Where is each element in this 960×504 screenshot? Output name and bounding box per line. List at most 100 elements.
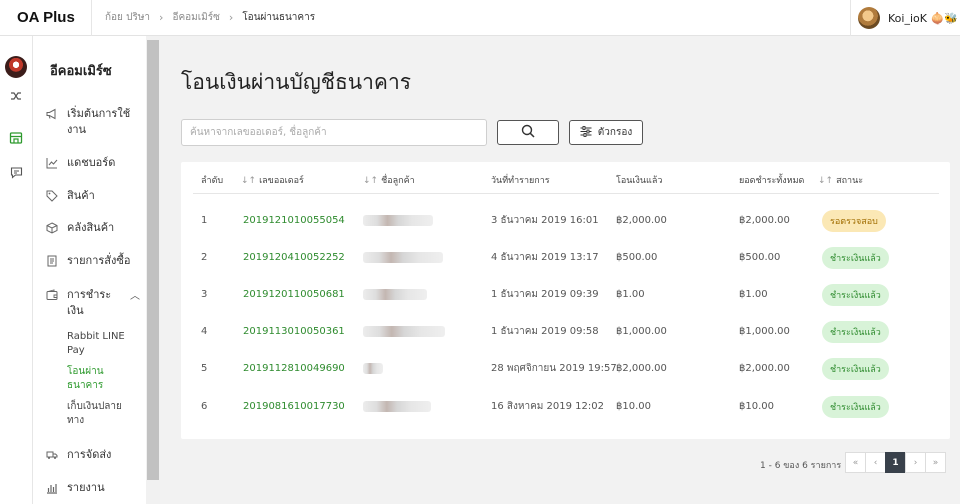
- order-link[interactable]: 2019121010055054: [243, 202, 345, 239]
- first-page-button[interactable]: «: [845, 452, 866, 473]
- pagination-info: 1 - 6 ของ 6 รายการ: [760, 461, 842, 471]
- sidebar-title: อีคอมเมิร์ซ: [50, 64, 112, 79]
- status-badge: ชำระเงินแล้ว: [822, 283, 889, 306]
- sidebar-subitem-cod[interactable]: เก็บเงินปลายทาง: [67, 400, 133, 428]
- column-header-total: ยอดชำระทั้งหมด: [739, 176, 805, 186]
- row-total: ฿10.00: [739, 401, 774, 412]
- sidebar-item-label: รายการสั่งซื้อ: [67, 254, 131, 267]
- column-header-transferred: โอนเงินแล้ว: [616, 176, 663, 186]
- transactions-table: ลำดับ ↓↑ เลขออเดอร์ ↓↑ ชื่อลูกค้า วันที่ทำ…: [181, 162, 950, 439]
- sidebar-item-getting-started[interactable]: เริ่มต้นการใช้งาน: [45, 106, 143, 138]
- breadcrumb-item-current: โอนผ่านธนาคาร: [242, 12, 316, 23]
- row-transferred: ฿1,000.00: [616, 326, 667, 337]
- row-date: 28 พฤศจิกายน 2019 19:57: [491, 363, 617, 374]
- order-link[interactable]: 2019113010050361: [243, 313, 345, 350]
- table-row[interactable]: 3 2019120110050681 1 ธันวาคม 2019 09:39 …: [181, 276, 950, 313]
- sidebar-item-dashboard[interactable]: แดชบอร์ด: [45, 155, 143, 171]
- breadcrumb-item-ecommerce[interactable]: อีคอมเมิร์ซ: [172, 10, 219, 25]
- chevron-up-icon[interactable]: ︿: [130, 289, 140, 305]
- row-total: ฿1.00: [739, 289, 768, 300]
- customer-name-blurred: [363, 276, 427, 313]
- sidebar-item-inventory[interactable]: คลังสินค้า: [45, 220, 143, 236]
- sidebar-item-label: การจัดส่ง: [67, 448, 112, 461]
- status-badge: ชำระเงินแล้ว: [822, 357, 889, 380]
- receipt-icon: [45, 254, 59, 268]
- box-icon: [45, 221, 59, 235]
- row-total: ฿2,000.00: [739, 363, 790, 374]
- order-link[interactable]: 2019120410052252: [243, 239, 345, 276]
- row-index: 6: [201, 401, 208, 412]
- table-row[interactable]: 6 2019081610017730 16 สิงหาคม 2019 12:02…: [181, 388, 950, 425]
- order-link[interactable]: 2019120110050681: [243, 276, 345, 313]
- sidebar-subitem-bank-transfer[interactable]: โอนผ่านธนาคาร: [67, 365, 133, 393]
- filter-button-label: ตัวกรอง: [597, 127, 633, 138]
- customer-name-blurred: [363, 313, 445, 350]
- search-icon: [521, 124, 535, 141]
- sort-icon: ↓↑: [363, 176, 379, 186]
- status-cell: ชำระเงินแล้ว: [822, 239, 889, 276]
- row-transferred: ฿2,000.00: [616, 363, 667, 374]
- sidebar-item-payment[interactable]: การชำระเงิน ︿: [45, 287, 143, 319]
- sidebar-scrollbar[interactable]: [146, 36, 160, 504]
- user-menu[interactable]: Koi_ioK 🧅🐝: [850, 0, 960, 36]
- column-header-index: ลำดับ: [201, 176, 224, 186]
- prev-page-button[interactable]: ‹: [865, 452, 886, 473]
- wallet-icon: [45, 288, 59, 302]
- chevron-right-icon: ›: [228, 11, 234, 24]
- megaphone-icon: [45, 107, 59, 121]
- sidebar-subitem-rabbit-line-pay[interactable]: Rabbit LINE Pay: [67, 330, 133, 358]
- status-badge: รอตรวจสอบ: [822, 209, 886, 232]
- avatar: [858, 7, 880, 29]
- sidebar-item-shipping[interactable]: การจัดส่ง: [45, 447, 143, 463]
- icon-rail: [0, 36, 33, 504]
- sliders-icon: [580, 125, 592, 140]
- sidebar-item-orders[interactable]: รายการสั่งซื้อ: [45, 253, 143, 269]
- column-header-date: วันที่ทำรายการ: [491, 176, 550, 186]
- shop-avatar[interactable]: [5, 56, 27, 78]
- sidebar-item-reports[interactable]: รายงาน: [45, 480, 143, 496]
- filter-button[interactable]: ตัวกรอง: [569, 120, 643, 145]
- chart-line-icon: [45, 156, 59, 170]
- row-transferred: ฿500.00: [616, 252, 658, 263]
- customer-name-blurred: [363, 388, 431, 425]
- row-date: 4 ธันวาคม 2019 13:17: [491, 252, 599, 263]
- status-badge: ชำระเงินแล้ว: [822, 320, 889, 343]
- sidebar-item-products[interactable]: สินค้า: [45, 188, 143, 204]
- status-cell: ชำระเงินแล้ว: [822, 276, 889, 313]
- shuffle-icon[interactable]: [8, 88, 24, 104]
- row-transferred: ฿1.00: [616, 289, 645, 300]
- row-index: 5: [201, 363, 208, 374]
- last-page-button[interactable]: »: [925, 452, 946, 473]
- app-logo[interactable]: OA Plus: [0, 0, 92, 36]
- store-icon[interactable]: [8, 130, 24, 146]
- table-row[interactable]: 2 2019120410052252 4 ธันวาคม 2019 13:17 …: [181, 239, 950, 276]
- row-index: 2: [201, 252, 208, 263]
- search-button[interactable]: [497, 120, 559, 145]
- next-page-button[interactable]: ›: [905, 452, 926, 473]
- status-cell: ชำระเงินแล้ว: [822, 388, 889, 425]
- pagination: « ‹ 1 › »: [845, 452, 946, 473]
- row-index: 4: [201, 326, 208, 337]
- column-header-order[interactable]: ↓↑ เลขออเดอร์: [241, 173, 304, 187]
- column-header-status[interactable]: ↓↑ สถานะ: [818, 173, 863, 187]
- row-transferred: ฿10.00: [616, 401, 651, 412]
- breadcrumb-item-shop[interactable]: ก้อย ปริษา: [105, 10, 150, 25]
- table-row[interactable]: 4 2019113010050361 1 ธันวาคม 2019 09:58 …: [181, 313, 950, 350]
- column-header-customer[interactable]: ↓↑ ชื่อลูกค้า: [363, 173, 415, 187]
- sort-icon: ↓↑: [241, 176, 257, 186]
- order-link[interactable]: 2019081610017730: [243, 388, 345, 425]
- chevron-right-icon: ›: [159, 11, 164, 24]
- scrollbar-thumb[interactable]: [147, 40, 159, 480]
- table-row[interactable]: 1 2019121010055054 3 ธันวาคม 2019 16:01 …: [181, 202, 950, 239]
- sidebar-item-label: เริ่มต้นการใช้งาน: [67, 107, 131, 136]
- row-total: ฿2,000.00: [739, 215, 790, 226]
- chat-icon[interactable]: [8, 164, 24, 180]
- sidebar-item-label: แดชบอร์ด: [67, 156, 116, 169]
- row-transferred: ฿2,000.00: [616, 215, 667, 226]
- user-name: Koi_ioK 🧅🐝: [888, 11, 958, 25]
- page-button[interactable]: 1: [885, 452, 906, 473]
- search-input[interactable]: ค้นหาจากเลขออเดอร์, ชื่อลูกค้า: [181, 119, 487, 146]
- table-row[interactable]: 5 2019112810049690 28 พฤศจิกายน 2019 19:…: [181, 350, 950, 387]
- order-link[interactable]: 2019112810049690: [243, 350, 345, 387]
- row-index: 3: [201, 289, 208, 300]
